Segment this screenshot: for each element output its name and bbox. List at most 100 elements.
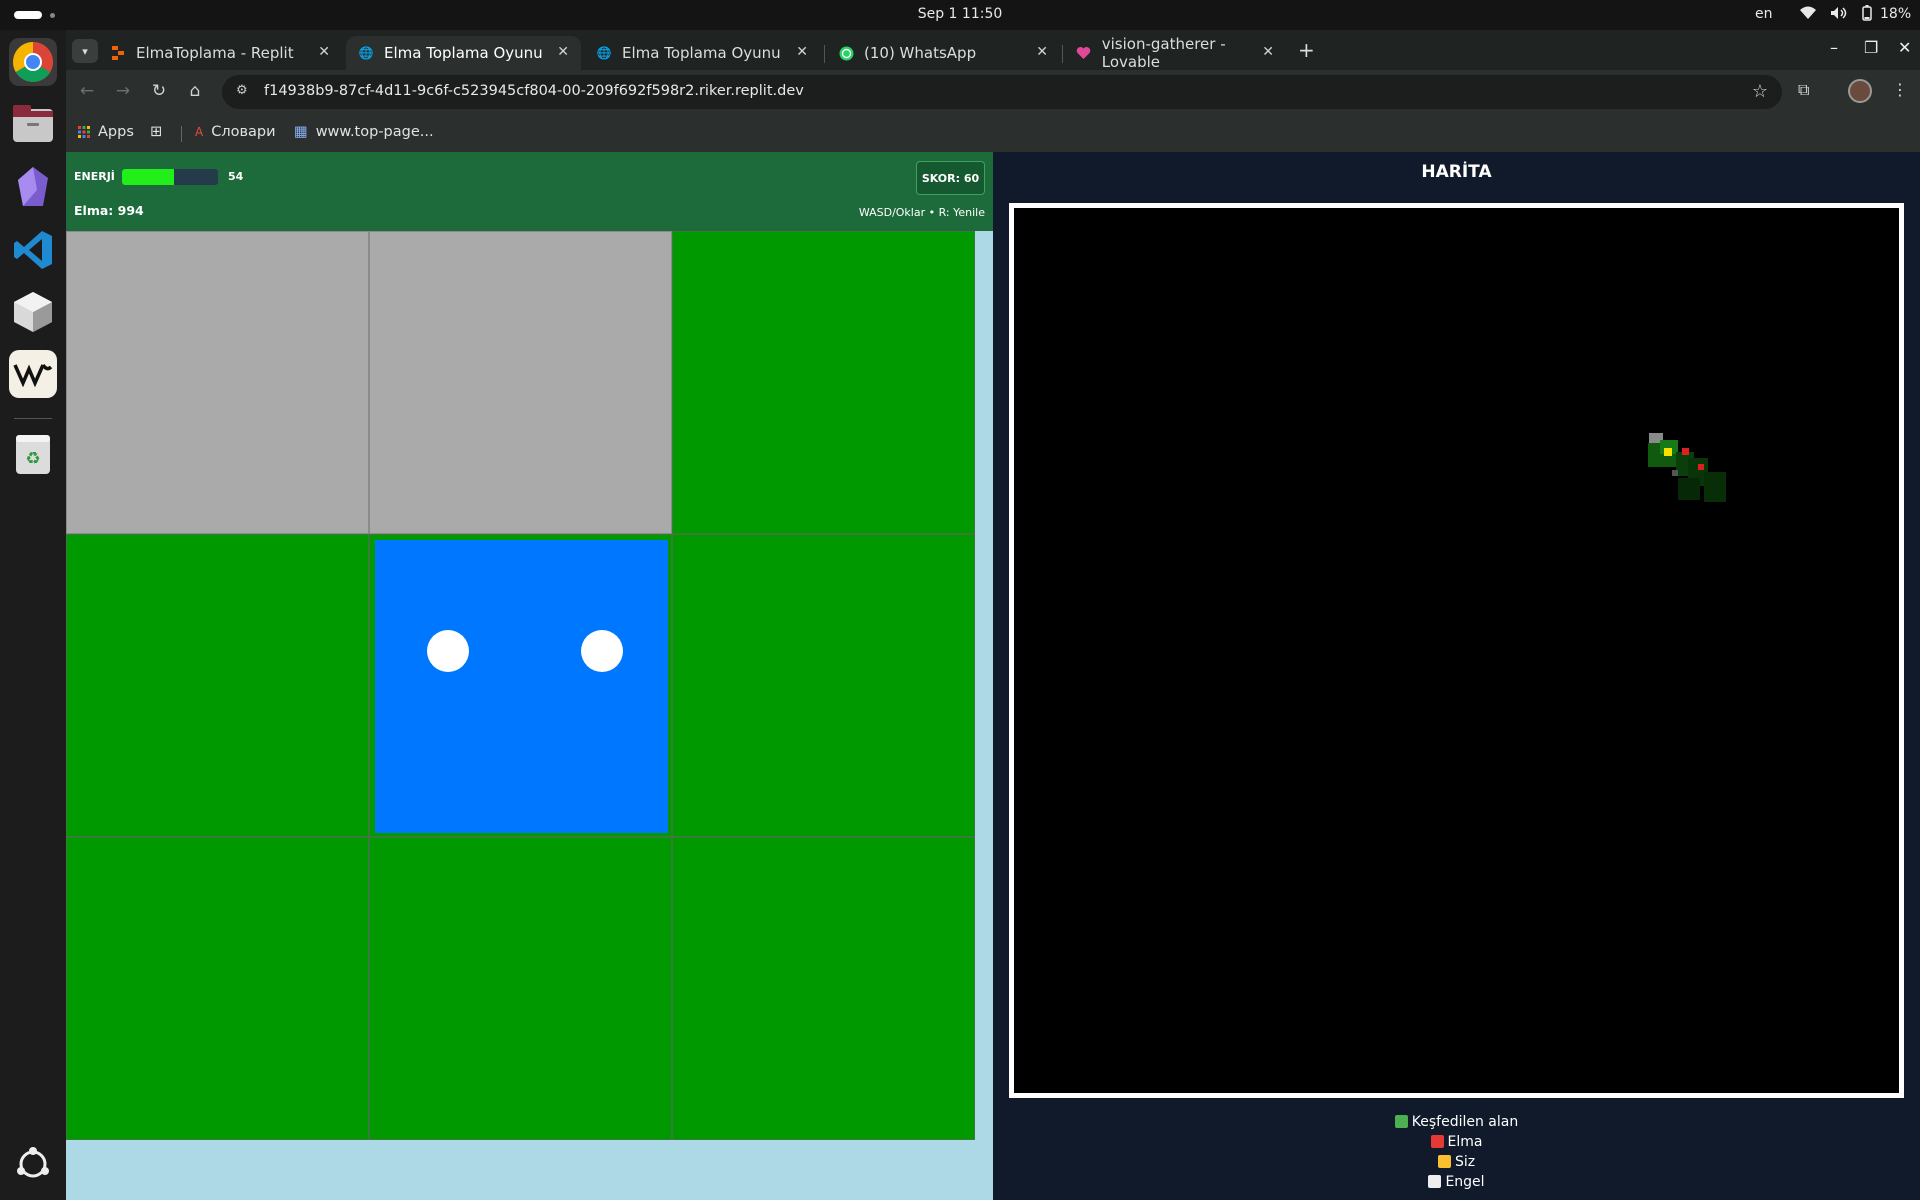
tab-search-button[interactable]: ▾ xyxy=(72,39,98,63)
minimize-icon: – xyxy=(1830,38,1838,57)
grass-tile xyxy=(672,837,975,1140)
puzzle-icon: ⧉ xyxy=(1798,80,1810,99)
energy-label: ENERJİ xyxy=(74,170,115,183)
obsidian-launcher[interactable] xyxy=(9,163,57,211)
maximize-button[interactable]: ❐ xyxy=(1864,38,1878,57)
grass-tile xyxy=(66,534,369,837)
svg-text:♻: ♻ xyxy=(25,449,40,469)
bookmark-separator xyxy=(181,126,182,142)
show-apps-launcher[interactable] xyxy=(9,1140,57,1188)
trash-launcher[interactable]: ♻ xyxy=(9,430,57,478)
globe-icon: 🌐 xyxy=(358,46,374,60)
reload-icon: ↻ xyxy=(151,81,167,101)
bookmark-label: www.top-page... xyxy=(315,124,434,140)
volume-icon xyxy=(1831,7,1847,19)
chevron-down-icon: ▾ xyxy=(82,44,88,58)
yellow-square-icon xyxy=(1437,1155,1451,1168)
bookmark-top-page[interactable]: ▦ www.top-page... xyxy=(294,124,434,140)
system-tray[interactable] xyxy=(1800,5,1872,21)
player-left-eye xyxy=(427,630,469,672)
language-indicator[interactable]: en xyxy=(1755,6,1773,22)
energy-value: 54 xyxy=(228,170,244,183)
clock[interactable]: Sep 1 11:50 xyxy=(0,6,1920,22)
red-square-icon xyxy=(1430,1135,1444,1148)
menu-button[interactable]: ⋮ xyxy=(1892,80,1908,99)
lovable-heart-icon xyxy=(1076,45,1092,61)
dock-separator xyxy=(14,418,52,419)
tab-groups-icon: ⊞ xyxy=(150,124,163,140)
tab-title: (10) WhatsApp xyxy=(864,44,977,62)
tab-title: Elma Toplama Oyunu xyxy=(384,44,543,62)
back-button[interactable]: ← xyxy=(76,80,98,102)
close-tab-icon[interactable]: ✕ xyxy=(557,44,569,60)
url-text[interactable]: f14938b9-87cf-4d11-9c6f-c523945cf804-00-… xyxy=(264,83,804,99)
game-hud: ENERJİ 54 Elma: 994 SKOR: 60 WASD/Oklar … xyxy=(66,152,993,231)
forward-button[interactable]: → xyxy=(112,80,134,102)
site-info-icon[interactable]: ⚙ xyxy=(236,83,248,98)
energy-bar-fill xyxy=(122,169,174,185)
close-tab-icon[interactable]: ✕ xyxy=(1262,44,1274,60)
obstacle-tile xyxy=(369,231,672,534)
tab-title: Elma Toplama Oyunu xyxy=(622,44,781,62)
bookmark-tab-groups[interactable]: ⊞ xyxy=(150,124,162,140)
legend-item-you: Siz xyxy=(993,1152,1920,1172)
new-tab-button[interactable]: + xyxy=(1298,38,1315,62)
player-character xyxy=(375,540,668,833)
player-right-eye xyxy=(581,630,623,672)
controls-hint: WASD/Oklar • R: Yenile xyxy=(858,206,985,219)
vscode-launcher[interactable] xyxy=(9,226,57,274)
bookmark-star-icon[interactable]: ☆ xyxy=(1752,81,1768,102)
legend-item-obstacle: Engel xyxy=(993,1172,1920,1192)
obsidian-icon xyxy=(18,167,48,206)
energy-bar xyxy=(122,169,218,185)
extensions-button[interactable]: ⧉ xyxy=(1798,80,1809,100)
box-app-icon xyxy=(14,292,52,332)
game-grid xyxy=(66,231,993,1141)
plus-icon: + xyxy=(1298,38,1315,62)
minimap xyxy=(1009,203,1904,1098)
files-launcher[interactable] xyxy=(9,100,57,148)
tab-vision-gatherer-lovable[interactable]: vision-gatherer - Lovable ✕ xyxy=(1064,35,1286,71)
dictionary-icon: A xyxy=(195,125,204,139)
globe-icon: 🌐 xyxy=(596,46,612,60)
grass-tile xyxy=(672,231,975,534)
system-top-bar: Sep 1 11:50 en 18% xyxy=(0,0,1920,30)
address-bar[interactable]: ⚙ f14938b9-87cf-4d11-9c6f-c523945cf804-0… xyxy=(222,75,1782,109)
game-panel[interactable]: ENERJİ 54 Elma: 994 SKOR: 60 WASD/Oklar … xyxy=(66,152,993,1200)
minimize-button[interactable]: – xyxy=(1830,38,1838,57)
close-window-button[interactable]: ✕ xyxy=(1898,38,1911,57)
home-icon: ⌂ xyxy=(189,81,201,101)
w-app-launcher[interactable] xyxy=(9,350,57,398)
grid-site-icon: ▦ xyxy=(294,124,308,140)
whatsapp-icon xyxy=(838,45,854,61)
tab-strip: ▾ ElmaToplama - Replit ✕ 🌐 Elma Toplama … xyxy=(66,30,1920,71)
bookmark-slovari[interactable]: A Словари xyxy=(195,124,276,140)
tab-whatsapp[interactable]: (10) WhatsApp ✕ xyxy=(826,36,1060,70)
legend-item-explored: Keşfedilen alan xyxy=(993,1112,1920,1132)
w-app-icon xyxy=(13,363,53,387)
restore-icon: ❐ xyxy=(1864,38,1879,57)
tab-separator xyxy=(824,45,825,63)
wifi-icon xyxy=(1800,6,1816,19)
close-tab-icon[interactable]: ✕ xyxy=(1036,44,1048,60)
web-page: ENERJİ 54 Elma: 994 SKOR: 60 WASD/Oklar … xyxy=(66,152,1920,1200)
score-badge: SKOR: 60 xyxy=(916,161,985,195)
box-app-launcher[interactable] xyxy=(9,288,57,336)
map-legend: Keşfedilen alan Elma Siz Engel xyxy=(993,1112,1920,1192)
bookmark-label: Apps xyxy=(98,124,134,140)
trash-icon: ♻ xyxy=(16,435,50,474)
white-square-icon xyxy=(1428,1175,1442,1188)
tab-elma-toplama-oyunu-active[interactable]: 🌐 Elma Toplama Oyunu ✕ xyxy=(346,36,581,70)
chrome-launcher[interactable] xyxy=(9,38,57,86)
dock: ♻ xyxy=(0,30,66,1200)
bookmark-apps[interactable]: Apps xyxy=(78,124,134,140)
home-button[interactable]: ⌂ xyxy=(184,80,206,102)
close-tab-icon[interactable]: ✕ xyxy=(318,44,330,60)
close-tab-icon[interactable]: ✕ xyxy=(796,44,808,60)
profile-avatar[interactable] xyxy=(1848,79,1872,103)
map-panel: HARİTA Keşfedilen alan Elma Siz Engel xyxy=(993,152,1920,1200)
tab-elma-toplama-oyunu[interactable]: 🌐 Elma Toplama Oyunu ✕ xyxy=(584,36,820,70)
reload-button[interactable]: ↻ xyxy=(148,80,170,102)
grass-tile xyxy=(369,837,672,1140)
tab-elmatoplama-replit[interactable]: ElmaToplama - Replit ✕ xyxy=(98,36,342,70)
